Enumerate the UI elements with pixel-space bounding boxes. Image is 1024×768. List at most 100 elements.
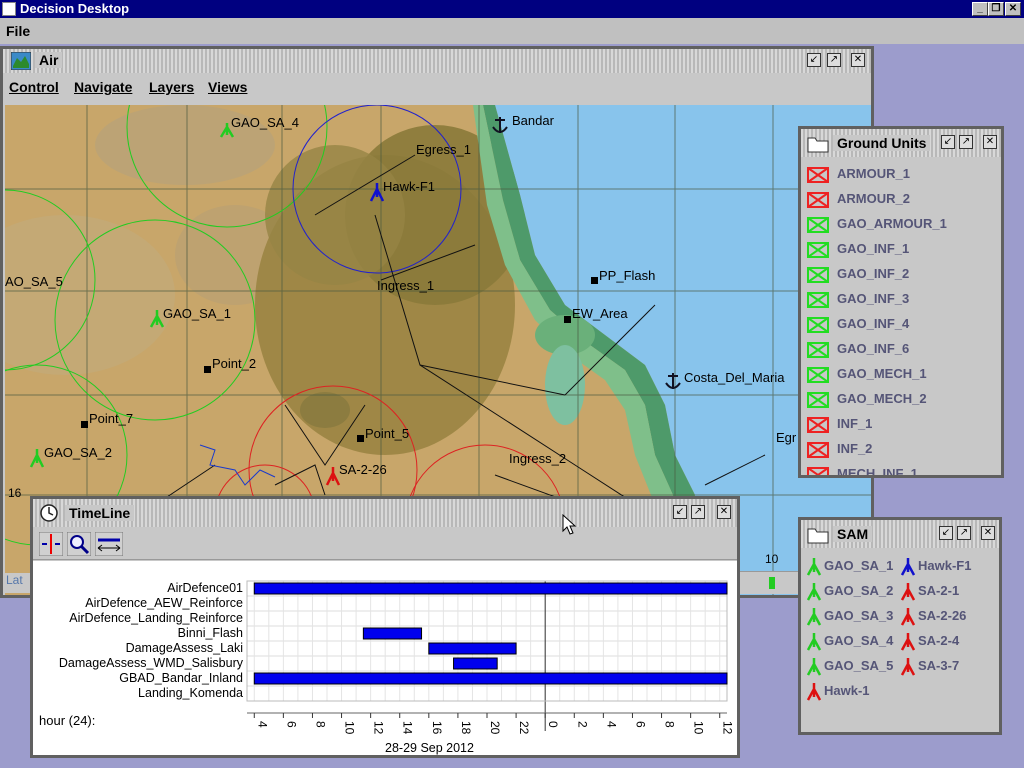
map-label-pp-flash: PP_Flash (599, 268, 655, 283)
menu-navigate[interactable]: Navigate (74, 79, 132, 95)
menu-control[interactable]: Control (9, 79, 59, 95)
point-marker-point-2[interactable] (204, 366, 211, 373)
timeline-tick-label: 16 (430, 721, 444, 735)
ground-unit-label: GAO_INF_2 (837, 266, 910, 281)
timeline-bar[interactable] (253, 672, 728, 685)
point-marker-point-7[interactable] (81, 421, 88, 428)
ground-unit-item[interactable]: GAO_INF_4 (807, 313, 997, 338)
unit-symbol-icon (807, 317, 829, 333)
time-cursor-icon[interactable] (39, 532, 63, 556)
sam-label: GAO_SA_1 (824, 558, 894, 573)
timeline-header[interactable]: TimeLine ↙ ↗ ✕ (33, 499, 737, 527)
air-window-header[interactable]: Air ↙ ↗ ✕ (3, 49, 871, 73)
sam-item[interactable]: GAO_SA_5 (807, 654, 907, 679)
ground-unit-item[interactable]: GAO_INF_6 (807, 338, 997, 363)
timeline-tick-label: 10 (692, 721, 706, 735)
close-button[interactable]: ✕ (1005, 2, 1021, 16)
map-label-egress-1: Egress_1 (416, 142, 471, 157)
ground-unit-item[interactable]: GAO_MECH_1 (807, 363, 997, 388)
ground-units-maximize-button[interactable]: ↗ (959, 135, 973, 149)
map-label-ingress-2: Ingress_2 (509, 451, 566, 466)
sam-list[interactable]: GAO_SA_1 GAO_SA_2 GAO_SA_3 GAO_SA_4 GAO_SA_5… (801, 552, 999, 732)
ground-units-close-button[interactable]: ✕ (983, 135, 997, 149)
menu-views[interactable]: Views (208, 79, 247, 95)
timeline-close-button[interactable]: ✕ (717, 505, 731, 519)
sam-symbol-icon (901, 558, 915, 576)
sam-label: SA-3-7 (918, 658, 960, 673)
ground-unit-item[interactable]: ARMOUR_2 (807, 188, 997, 213)
ground-unit-item[interactable]: GAO_INF_3 (807, 288, 997, 313)
sam-maximize-button[interactable]: ↗ (957, 526, 971, 540)
ground-units-header[interactable]: Ground Units ↙ ↗ ✕ (801, 129, 1001, 157)
ground-units-iconify-button[interactable]: ↙ (941, 135, 955, 149)
ground-unit-label: GAO_MECH_2 (837, 391, 927, 406)
sam-label: GAO_SA_3 (824, 608, 894, 623)
app-title: Decision Desktop (20, 1, 130, 16)
air-menubar: Control Navigate Layers Views (3, 75, 871, 103)
map-label-point-5: Point_5 (365, 426, 409, 441)
app-menubar: File (0, 18, 1024, 44)
timeline-bar[interactable] (362, 627, 423, 640)
ground-unit-item[interactable]: GAO_ARMOUR_1 (807, 213, 997, 238)
timeline-iconify-button[interactable]: ↙ (673, 505, 687, 519)
ground-unit-item[interactable]: GAO_MECH_2 (807, 388, 997, 413)
sam-header[interactable]: SAM ↙ ↗ ✕ (801, 520, 999, 548)
sam-item[interactable]: Hawk-1 (807, 679, 907, 704)
timeline-maximize-button[interactable]: ↗ (691, 505, 705, 519)
timeline-tick-label: 12 (372, 721, 386, 735)
sam-item[interactable]: GAO_SA_1 (807, 554, 907, 579)
timeline-chart-area[interactable]: AirDefence01 AirDefence_AEW_Reinforce AirD… (33, 561, 737, 755)
timeline-bar[interactable] (253, 582, 728, 595)
unit-symbol-icon (807, 167, 829, 183)
ground-unit-item[interactable]: INF_1 (807, 413, 997, 438)
point-marker-point-5[interactable] (357, 435, 364, 442)
menu-file[interactable]: File (6, 23, 30, 39)
sam-item[interactable]: Hawk-F1 (901, 554, 1001, 579)
ground-unit-item[interactable]: INF_2 (807, 438, 997, 463)
unit-symbol-icon (807, 417, 829, 433)
ground-unit-item[interactable]: MECH_INF_1 (807, 463, 997, 475)
sam-item[interactable]: SA-3-7 (901, 654, 1001, 679)
map-label-gao-sa-4: GAO_SA_4 (231, 115, 299, 130)
minimize-button[interactable]: _ (972, 2, 988, 16)
sam-item[interactable]: SA-2-26 (901, 604, 1001, 629)
menu-layers[interactable]: Layers (149, 79, 194, 95)
ground-unit-label: ARMOUR_1 (837, 166, 910, 181)
air-maximize-button[interactable]: ↗ (827, 53, 841, 67)
ground-unit-label: INF_1 (837, 416, 873, 431)
air-iconify-button[interactable]: ↙ (807, 53, 821, 67)
restore-button[interactable]: ❐ (988, 2, 1004, 16)
timeline-bar[interactable] (453, 657, 498, 670)
point-marker-ew-area[interactable] (564, 316, 571, 323)
map-label-costa-del-maria: Costa_Del_Maria (684, 370, 785, 385)
air-window-title: Air (35, 52, 63, 68)
ground-unit-label: GAO_INF_6 (837, 341, 910, 356)
sam-iconify-button[interactable]: ↙ (939, 526, 953, 540)
sam-close-button[interactable]: ✕ (981, 526, 995, 540)
point-marker-pp-flash[interactable] (591, 277, 598, 284)
sam-item[interactable]: GAO_SA_3 (807, 604, 907, 629)
sam-symbol-icon (807, 683, 821, 701)
timeline-x-label: hour (24): (39, 713, 96, 728)
sam-item[interactable]: GAO_SA_4 (807, 629, 907, 654)
unit-symbol-icon (807, 242, 829, 258)
sam-label: GAO_SA_4 (824, 633, 894, 648)
ground-unit-item[interactable]: GAO_INF_2 (807, 263, 997, 288)
ground-unit-label: GAO_INF_1 (837, 241, 910, 256)
sam-item[interactable]: SA-2-4 (901, 629, 1001, 654)
ground-units-list[interactable]: ARMOUR_1 ARMOUR_2 GAO_ARMOUR_1 GAO_INF_1 GAO… (801, 161, 1001, 475)
timeline-gantt[interactable]: 4 6 8 10 12 14 16 18 20 22 0 2 4 6 8 10 12 (33, 561, 737, 755)
unit-symbol-icon (807, 392, 829, 408)
grid-label-16: 16 (8, 486, 22, 500)
timeline-bar[interactable] (428, 642, 517, 655)
sam-item[interactable]: SA-2-1 (901, 579, 1001, 604)
fit-range-icon[interactable] (95, 532, 123, 556)
sam-label: Hawk-1 (824, 683, 870, 698)
ground-unit-item[interactable]: GAO_INF_1 (807, 238, 997, 263)
zoom-icon[interactable] (67, 532, 91, 556)
ground-unit-item[interactable]: ARMOUR_1 (807, 163, 997, 188)
sam-item[interactable]: GAO_SA_2 (807, 579, 907, 604)
sam-label: SA-2-26 (918, 608, 967, 623)
air-close-button[interactable]: ✕ (851, 53, 865, 67)
timeline-tick-label: 4 (255, 721, 269, 728)
